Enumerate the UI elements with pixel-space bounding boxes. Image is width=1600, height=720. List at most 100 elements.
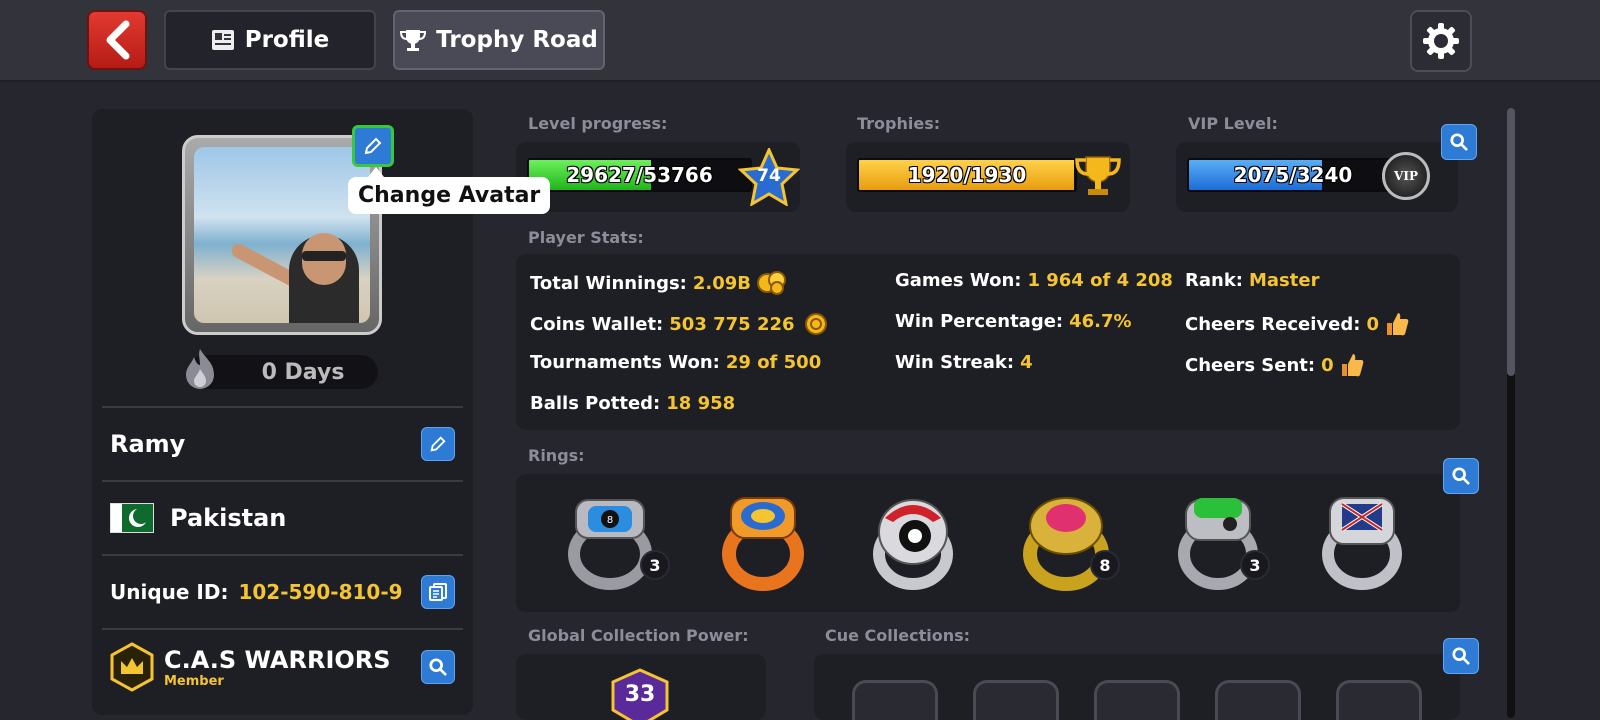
cue-collections-search-button[interactable] bbox=[1443, 638, 1479, 674]
rank-label: Rank: bbox=[1185, 270, 1243, 291]
copy-id-button[interactable] bbox=[421, 575, 455, 609]
ring-count: 3 bbox=[640, 550, 670, 580]
change-avatar-button[interactable] bbox=[352, 125, 394, 167]
championship-ring-icon bbox=[722, 497, 804, 591]
trophies-bar: 1920/1930 bbox=[857, 158, 1077, 192]
avatar-frame[interactable] bbox=[182, 135, 382, 335]
crown-icon bbox=[110, 642, 154, 692]
pencil-icon bbox=[430, 436, 446, 452]
country-row: Pakistan bbox=[110, 491, 455, 545]
tab-profile-label: Profile bbox=[244, 27, 330, 53]
rank-value: Master bbox=[1249, 270, 1320, 291]
cue-collection-slot[interactable] bbox=[1094, 680, 1180, 720]
rings-label: Rings: bbox=[528, 446, 585, 465]
trophy-icon bbox=[400, 30, 427, 51]
unique-id-label: Unique ID: bbox=[110, 580, 229, 604]
gold-trophy-icon bbox=[1075, 156, 1121, 195]
back-button[interactable] bbox=[87, 10, 147, 70]
collection-power-badge: 33 bbox=[609, 668, 671, 720]
cheers-sent-label: Cheers Sent: bbox=[1185, 354, 1316, 376]
divider bbox=[102, 628, 463, 630]
scrollbar-thumb[interactable] bbox=[1507, 108, 1515, 376]
cue-collection-slot[interactable] bbox=[852, 680, 938, 720]
coins-wallet-label: Coins Wallet: bbox=[530, 313, 664, 335]
thumbs-up-icon bbox=[1386, 313, 1409, 336]
ring-flag[interactable] bbox=[1312, 492, 1412, 592]
cue-collections-label: Cue Collections: bbox=[825, 626, 971, 645]
divider bbox=[102, 554, 463, 556]
club-role: Member bbox=[164, 673, 224, 689]
unique-id-value: 102-590-810-9 bbox=[238, 580, 403, 604]
win-percentage-stat: Win Percentage: 46.7% bbox=[895, 311, 1132, 332]
streak-pill: 0 Days bbox=[186, 349, 378, 389]
streak-days: 0 Days bbox=[261, 359, 345, 385]
cue-collection-slot[interactable] bbox=[1336, 680, 1422, 720]
cheers-sent-value: 0 bbox=[1321, 354, 1334, 376]
vip-value: 2075/3240 bbox=[1233, 163, 1353, 187]
svg-text:8: 8 bbox=[607, 515, 613, 526]
ring-las-vegas[interactable] bbox=[863, 492, 963, 592]
vip-search-button[interactable] bbox=[1441, 124, 1477, 160]
tournaments-won-stat: Tournaments Won: 29 of 500 bbox=[530, 352, 821, 373]
balls-potted-label: Balls Potted: bbox=[530, 393, 661, 414]
cheers-received-label: Cheers Received: bbox=[1185, 313, 1361, 335]
copy-icon bbox=[429, 583, 447, 601]
player-name: Ramy bbox=[110, 430, 186, 458]
ring-count: 8 bbox=[1090, 550, 1120, 580]
win-percentage-value: 46.7% bbox=[1069, 311, 1132, 332]
search-icon bbox=[1452, 467, 1470, 485]
coins-stack-icon bbox=[757, 271, 787, 295]
rings-search-button[interactable] bbox=[1443, 458, 1479, 494]
tournaments-won-value: 29 of 500 bbox=[725, 352, 822, 373]
country-name: Pakistan bbox=[170, 504, 287, 532]
settings-button[interactable] bbox=[1410, 10, 1472, 72]
search-icon bbox=[1452, 647, 1470, 665]
unique-id-row: Unique ID: 102-590-810-9 bbox=[110, 565, 455, 619]
rank-stat: Rank: Master bbox=[1185, 270, 1319, 291]
win-streak-label: Win Streak: bbox=[895, 352, 1015, 373]
level-star-badge: 74 bbox=[737, 146, 801, 207]
vip-badge-text: VIP bbox=[1394, 169, 1418, 183]
balls-potted-stat: Balls Potted: 18 958 bbox=[530, 393, 735, 414]
club-search-button[interactable] bbox=[421, 650, 455, 684]
tournaments-won-label: Tournaments Won: bbox=[530, 352, 720, 373]
gear-icon bbox=[1423, 23, 1459, 59]
scrollbar[interactable] bbox=[1507, 108, 1515, 718]
cheers-sent-stat: Cheers Sent: 0 bbox=[1185, 352, 1364, 378]
cue-collection-slot[interactable] bbox=[973, 680, 1059, 720]
vip-bar: 2075/3240 bbox=[1187, 158, 1399, 192]
search-icon bbox=[429, 658, 447, 676]
tab-trophy-road[interactable]: Trophy Road bbox=[393, 10, 605, 70]
level-progress-label: Level progress: bbox=[528, 114, 668, 133]
games-won-stat: Games Won: 1 964 of 4 208 bbox=[895, 270, 1173, 291]
coins-wallet-value: 503 775 226 bbox=[669, 313, 795, 335]
games-won-value: 1 964 of 4 208 bbox=[1027, 270, 1173, 291]
ring-legend[interactable] bbox=[713, 492, 813, 592]
change-avatar-tooltip: Change Avatar bbox=[348, 167, 551, 214]
avatar bbox=[194, 147, 370, 323]
trophies-value: 1920/1930 bbox=[907, 163, 1027, 187]
win-percentage-label: Win Percentage: bbox=[895, 311, 1064, 332]
top-bar: Profile Trophy Road bbox=[0, 0, 1600, 82]
cue-collection-slot[interactable] bbox=[1215, 680, 1301, 720]
cheers-received-value: 0 bbox=[1366, 313, 1379, 335]
edit-name-button[interactable] bbox=[421, 427, 455, 461]
games-won-label: Games Won: bbox=[895, 270, 1022, 291]
divider bbox=[102, 480, 463, 482]
balls-potted-value: 18 958 bbox=[666, 393, 736, 414]
global-collection-label: Global Collection Power: bbox=[528, 626, 749, 645]
player-name-row: Ramy bbox=[110, 417, 455, 471]
flame-icon bbox=[186, 349, 214, 389]
club-row: C.A.S WARRIORS Member bbox=[110, 637, 455, 697]
search-icon bbox=[1450, 133, 1468, 151]
club-name: C.A.S WARRIORS bbox=[164, 645, 391, 674]
vip-level-label: VIP Level: bbox=[1188, 114, 1278, 133]
player-stats-label: Player Stats: bbox=[528, 228, 644, 247]
total-winnings-label: Total Winnings: bbox=[530, 272, 687, 294]
total-winnings-value: 2.09B bbox=[692, 272, 752, 294]
coin-icon bbox=[804, 313, 827, 335]
tab-profile[interactable]: Profile bbox=[164, 10, 376, 70]
thumbs-up-icon bbox=[1341, 354, 1363, 377]
ring-count: 3 bbox=[1240, 550, 1270, 580]
level-progress-bar: 29627/53766 bbox=[527, 158, 752, 192]
